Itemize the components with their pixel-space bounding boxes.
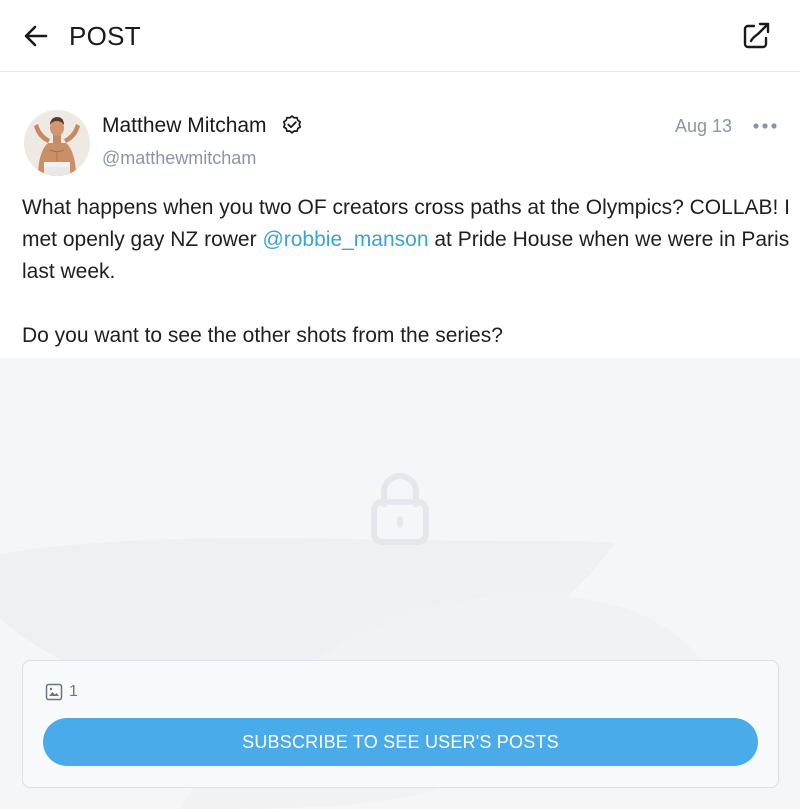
top-bar: POST [0, 0, 800, 72]
verified-badge-icon [282, 115, 302, 134]
share-icon [743, 22, 770, 49]
more-dots-icon [753, 123, 777, 129]
lock-icon [371, 473, 429, 545]
author-handle[interactable]: @matthewmitcham [102, 146, 256, 170]
locked-media-area: 1 SUBSCRIBE TO SEE USER'S POSTS [0, 358, 800, 809]
arrow-left-icon [24, 25, 48, 47]
media-count-value: 1 [69, 683, 78, 700]
back-button[interactable] [22, 22, 50, 50]
subscribe-button[interactable]: SUBSCRIBE TO SEE USER'S POSTS [43, 718, 758, 766]
post-paragraph: Do you want to see the other shots from … [22, 324, 503, 347]
media-count: 1 [45, 683, 78, 701]
avatar-image [24, 110, 90, 176]
mention-link[interactable]: @robbie_manson [262, 228, 428, 251]
avatar[interactable] [24, 110, 90, 176]
subscribe-card: 1 SUBSCRIBE TO SEE USER'S POSTS [22, 660, 779, 788]
author-name[interactable]: Matthew Mitcham [102, 113, 267, 139]
share-button[interactable] [740, 20, 772, 52]
more-options-button[interactable] [752, 118, 778, 134]
post-text: What happens when you two OF creators cr… [22, 192, 792, 352]
image-icon [45, 683, 63, 701]
page-title: POST [69, 21, 141, 51]
post-paragraph: What happens when you two OF creators cr… [22, 192, 792, 288]
post-date[interactable]: Aug 13 [675, 114, 732, 138]
post-page: POST Matthew Mitcham @matthewmitcham Aug… [0, 0, 800, 809]
